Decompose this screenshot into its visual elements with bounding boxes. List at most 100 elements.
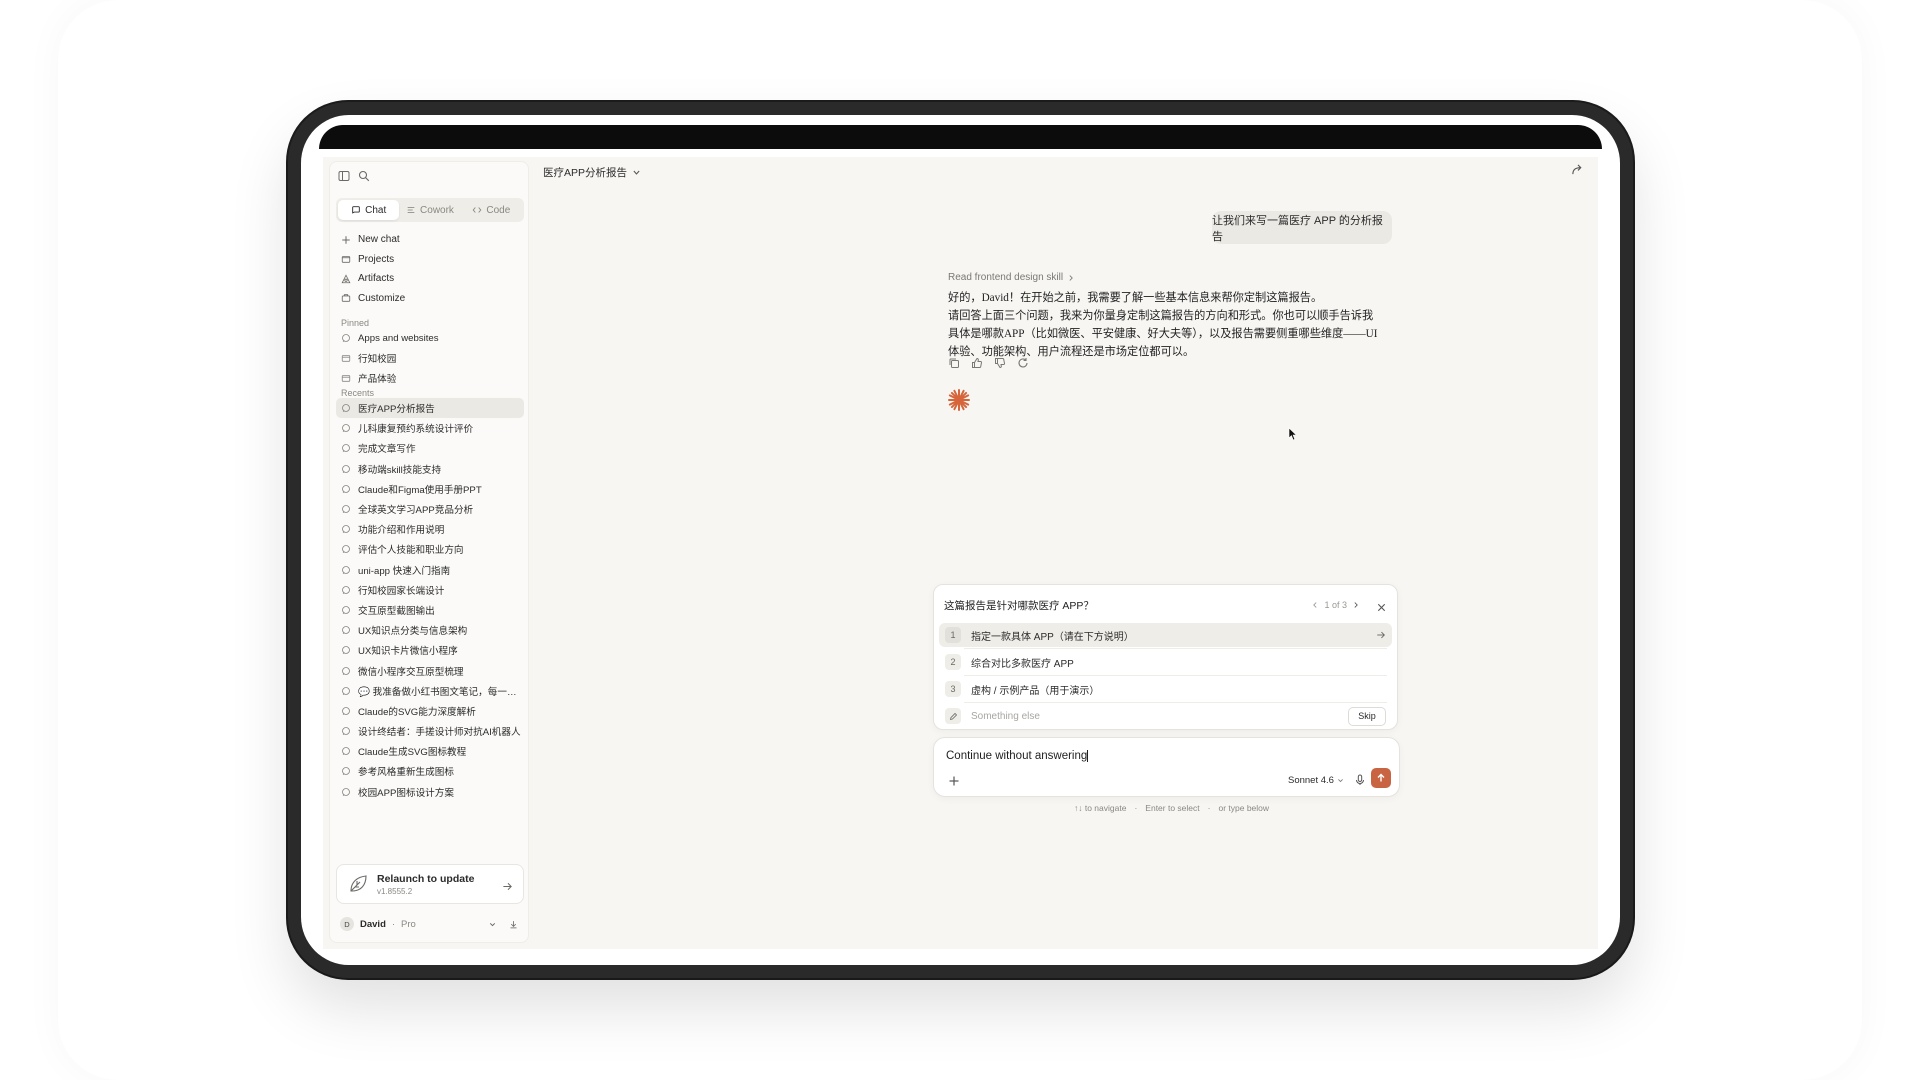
plus-icon[interactable] xyxy=(948,774,960,786)
skip-button[interactable]: Skip xyxy=(1348,706,1386,726)
chevron-down-icon xyxy=(632,168,641,177)
chat-bubble-icon xyxy=(341,666,351,676)
recent-chat-item[interactable]: 💬 我准备做小红书图文笔记，每一个笔 xyxy=(336,681,524,701)
hint-separator: · xyxy=(1134,803,1138,813)
option-something-else[interactable]: Something else Skip xyxy=(939,704,1392,728)
search-icon[interactable] xyxy=(358,170,370,182)
sidebar-toggle-icon[interactable] xyxy=(338,170,350,182)
chevron-down-icon[interactable] xyxy=(488,920,497,929)
chat-bubble-icon xyxy=(341,544,351,554)
relaunch-update-card[interactable]: Relaunch to update v1.8555.2 xyxy=(336,864,524,904)
chevron-left-icon[interactable] xyxy=(1311,601,1319,609)
recent-chat-item[interactable]: 医疗APP分析报告 xyxy=(336,398,524,419)
recent-chat-item[interactable]: 功能介绍和作用说明 xyxy=(336,519,524,539)
thumbs-down-icon[interactable] xyxy=(994,357,1006,369)
recent-chat-item[interactable]: 评估个人技能和职业方向 xyxy=(336,539,524,559)
message-actions xyxy=(948,357,1029,369)
update-title: Relaunch to update xyxy=(377,872,475,885)
pinned-item-apps-and-websites[interactable]: Apps and websites xyxy=(336,328,524,348)
recent-chat-item[interactable]: 儿科康复预约系统设计评价 xyxy=(336,418,524,438)
recent-chat-item[interactable]: uni-app 快速入门指南 xyxy=(336,560,524,580)
recent-chat-item[interactable]: UX知识卡片微信小程序 xyxy=(336,640,524,660)
message-input-value: Continue without answering xyxy=(946,750,1088,763)
nav-customize-label: Customize xyxy=(358,292,406,304)
question-title: 这篇报告是针对哪款医疗 APP？ xyxy=(944,599,1094,612)
new-chat-label: New chat xyxy=(358,234,400,246)
tab-chat-label: Chat xyxy=(365,204,387,216)
recent-chat-label: 💬 我准备做小红书图文笔记，每一个笔 xyxy=(358,686,524,698)
chat-bubble-icon xyxy=(341,625,351,635)
recent-chat-item[interactable]: 全球英文学习APP竞品分析 xyxy=(336,499,524,519)
recent-chat-label: 全球英文学习APP竞品分析 xyxy=(358,505,474,517)
microphone-icon[interactable] xyxy=(1354,773,1366,785)
chat-bubble-icon xyxy=(341,403,351,413)
conversation-title-button[interactable]: 医疗APP分析报告 xyxy=(543,165,641,180)
text-caret xyxy=(1087,750,1089,762)
nav-projects[interactable]: Projects xyxy=(336,250,524,270)
option-fictional-product[interactable]: 3 虚构 / 示例产品（用于演示） xyxy=(939,677,1392,701)
option-compare-apps[interactable]: 2 综合对比多款医疗 APP xyxy=(939,650,1392,674)
recent-chat-label: 交互原型截图输出 xyxy=(358,605,435,617)
recent-chat-item[interactable]: 设计终结者：手搓设计师对抗AI机器人 xyxy=(336,721,524,741)
recent-chat-item[interactable]: Claude的SVG能力深度解析 xyxy=(336,701,524,721)
message-input[interactable]: Continue without answering xyxy=(946,750,1246,762)
recent-chat-label: UX知识卡片微信小程序 xyxy=(358,646,458,658)
recent-chat-item[interactable]: UX知识点分类与信息架构 xyxy=(336,620,524,640)
something-else-input[interactable]: Something else xyxy=(971,711,1338,722)
pinned-item-xingzhi-campus[interactable]: 行知校园 xyxy=(336,348,524,368)
claude-app: Chat Cowork Code New chat Projects Artif… xyxy=(323,157,1598,949)
chat-icon xyxy=(351,205,361,215)
recent-chat-label: Claude和Figma使用手册PPT xyxy=(358,484,482,496)
option-number: 1 xyxy=(945,627,961,643)
recent-chat-label: Claude生成SVG图标教程 xyxy=(358,747,467,759)
recent-chat-item[interactable]: 参考风格重新生成图标 xyxy=(336,761,524,781)
hint-navigate: ↑↓ to navigate xyxy=(1074,803,1127,813)
chevron-right-icon[interactable] xyxy=(1352,601,1360,609)
thumbs-up-icon[interactable] xyxy=(971,357,983,369)
recent-chat-label: UX知识点分类与信息架构 xyxy=(358,626,468,638)
chat-bubble-icon xyxy=(341,333,351,343)
download-icon[interactable] xyxy=(509,920,518,929)
retry-icon[interactable] xyxy=(1017,357,1029,369)
nav-artifacts[interactable]: Artifacts xyxy=(336,269,524,289)
pinned-item-product-experience[interactable]: 产品体验 xyxy=(336,368,524,388)
recent-chat-item[interactable]: 校园APP图标设计方案 xyxy=(336,782,524,802)
model-selector[interactable]: Sonnet 4.6 xyxy=(1288,775,1344,786)
option-number: 3 xyxy=(945,681,961,697)
recent-chat-item[interactable]: 行知校园家长端设计 xyxy=(336,580,524,600)
recents-list: 医疗APP分析报告 儿科康复预约系统设计评价 完成文章写作 移动端skill技能支持 C… xyxy=(336,398,524,802)
tab-cowork[interactable]: Cowork xyxy=(399,200,460,220)
chat-bubble-icon xyxy=(341,766,351,776)
tab-chat[interactable]: Chat xyxy=(338,200,400,220)
new-chat-button[interactable]: New chat xyxy=(336,230,524,250)
pinned-item-label: 产品体验 xyxy=(358,374,397,386)
recent-chat-item[interactable]: Claude生成SVG图标教程 xyxy=(336,741,524,761)
chat-bubble-icon xyxy=(341,787,351,797)
recent-chat-item[interactable]: 完成文章写作 xyxy=(336,438,524,458)
close-icon[interactable] xyxy=(1376,600,1387,611)
conversation-title: 医疗APP分析报告 xyxy=(543,167,628,179)
nav-projects-label: Projects xyxy=(358,253,395,265)
option-specific-app[interactable]: 1 指定一款具体 APP（请在下方说明） xyxy=(939,623,1392,647)
chat-bubble-icon xyxy=(341,585,351,595)
recent-chat-item[interactable]: Claude和Figma使用手册PPT xyxy=(336,479,524,499)
user-account-row[interactable]: D David · Pro xyxy=(336,914,524,934)
user-separator: · xyxy=(391,918,396,930)
share-icon[interactable] xyxy=(1571,163,1584,176)
copy-icon[interactable] xyxy=(948,357,960,369)
recent-chat-item[interactable]: 微信小程序交互原型梳理 xyxy=(336,660,524,680)
message-composer: Continue without answering Sonnet 4.6 xyxy=(933,737,1400,797)
tab-code[interactable]: Code xyxy=(461,200,522,220)
user-message: 让我们来写一篇医疗 APP 的分析报告 xyxy=(1212,211,1392,244)
user-plan: Pro xyxy=(401,918,416,930)
send-button[interactable] xyxy=(1371,768,1391,788)
chat-bubble-icon xyxy=(341,726,351,736)
recent-chat-item[interactable]: 移动端skill技能支持 xyxy=(336,459,524,479)
project-icon xyxy=(341,353,351,363)
hint-separator: · xyxy=(1207,803,1211,813)
recent-chat-item[interactable]: 交互原型截图输出 xyxy=(336,600,524,620)
skill-disclosure[interactable]: Read frontend design skill xyxy=(948,272,1075,283)
tablet-screen: Chat Cowork Code New chat Projects Artif… xyxy=(301,115,1620,965)
nav-customize[interactable]: Customize xyxy=(336,289,524,309)
chat-bubble-icon xyxy=(341,686,351,696)
